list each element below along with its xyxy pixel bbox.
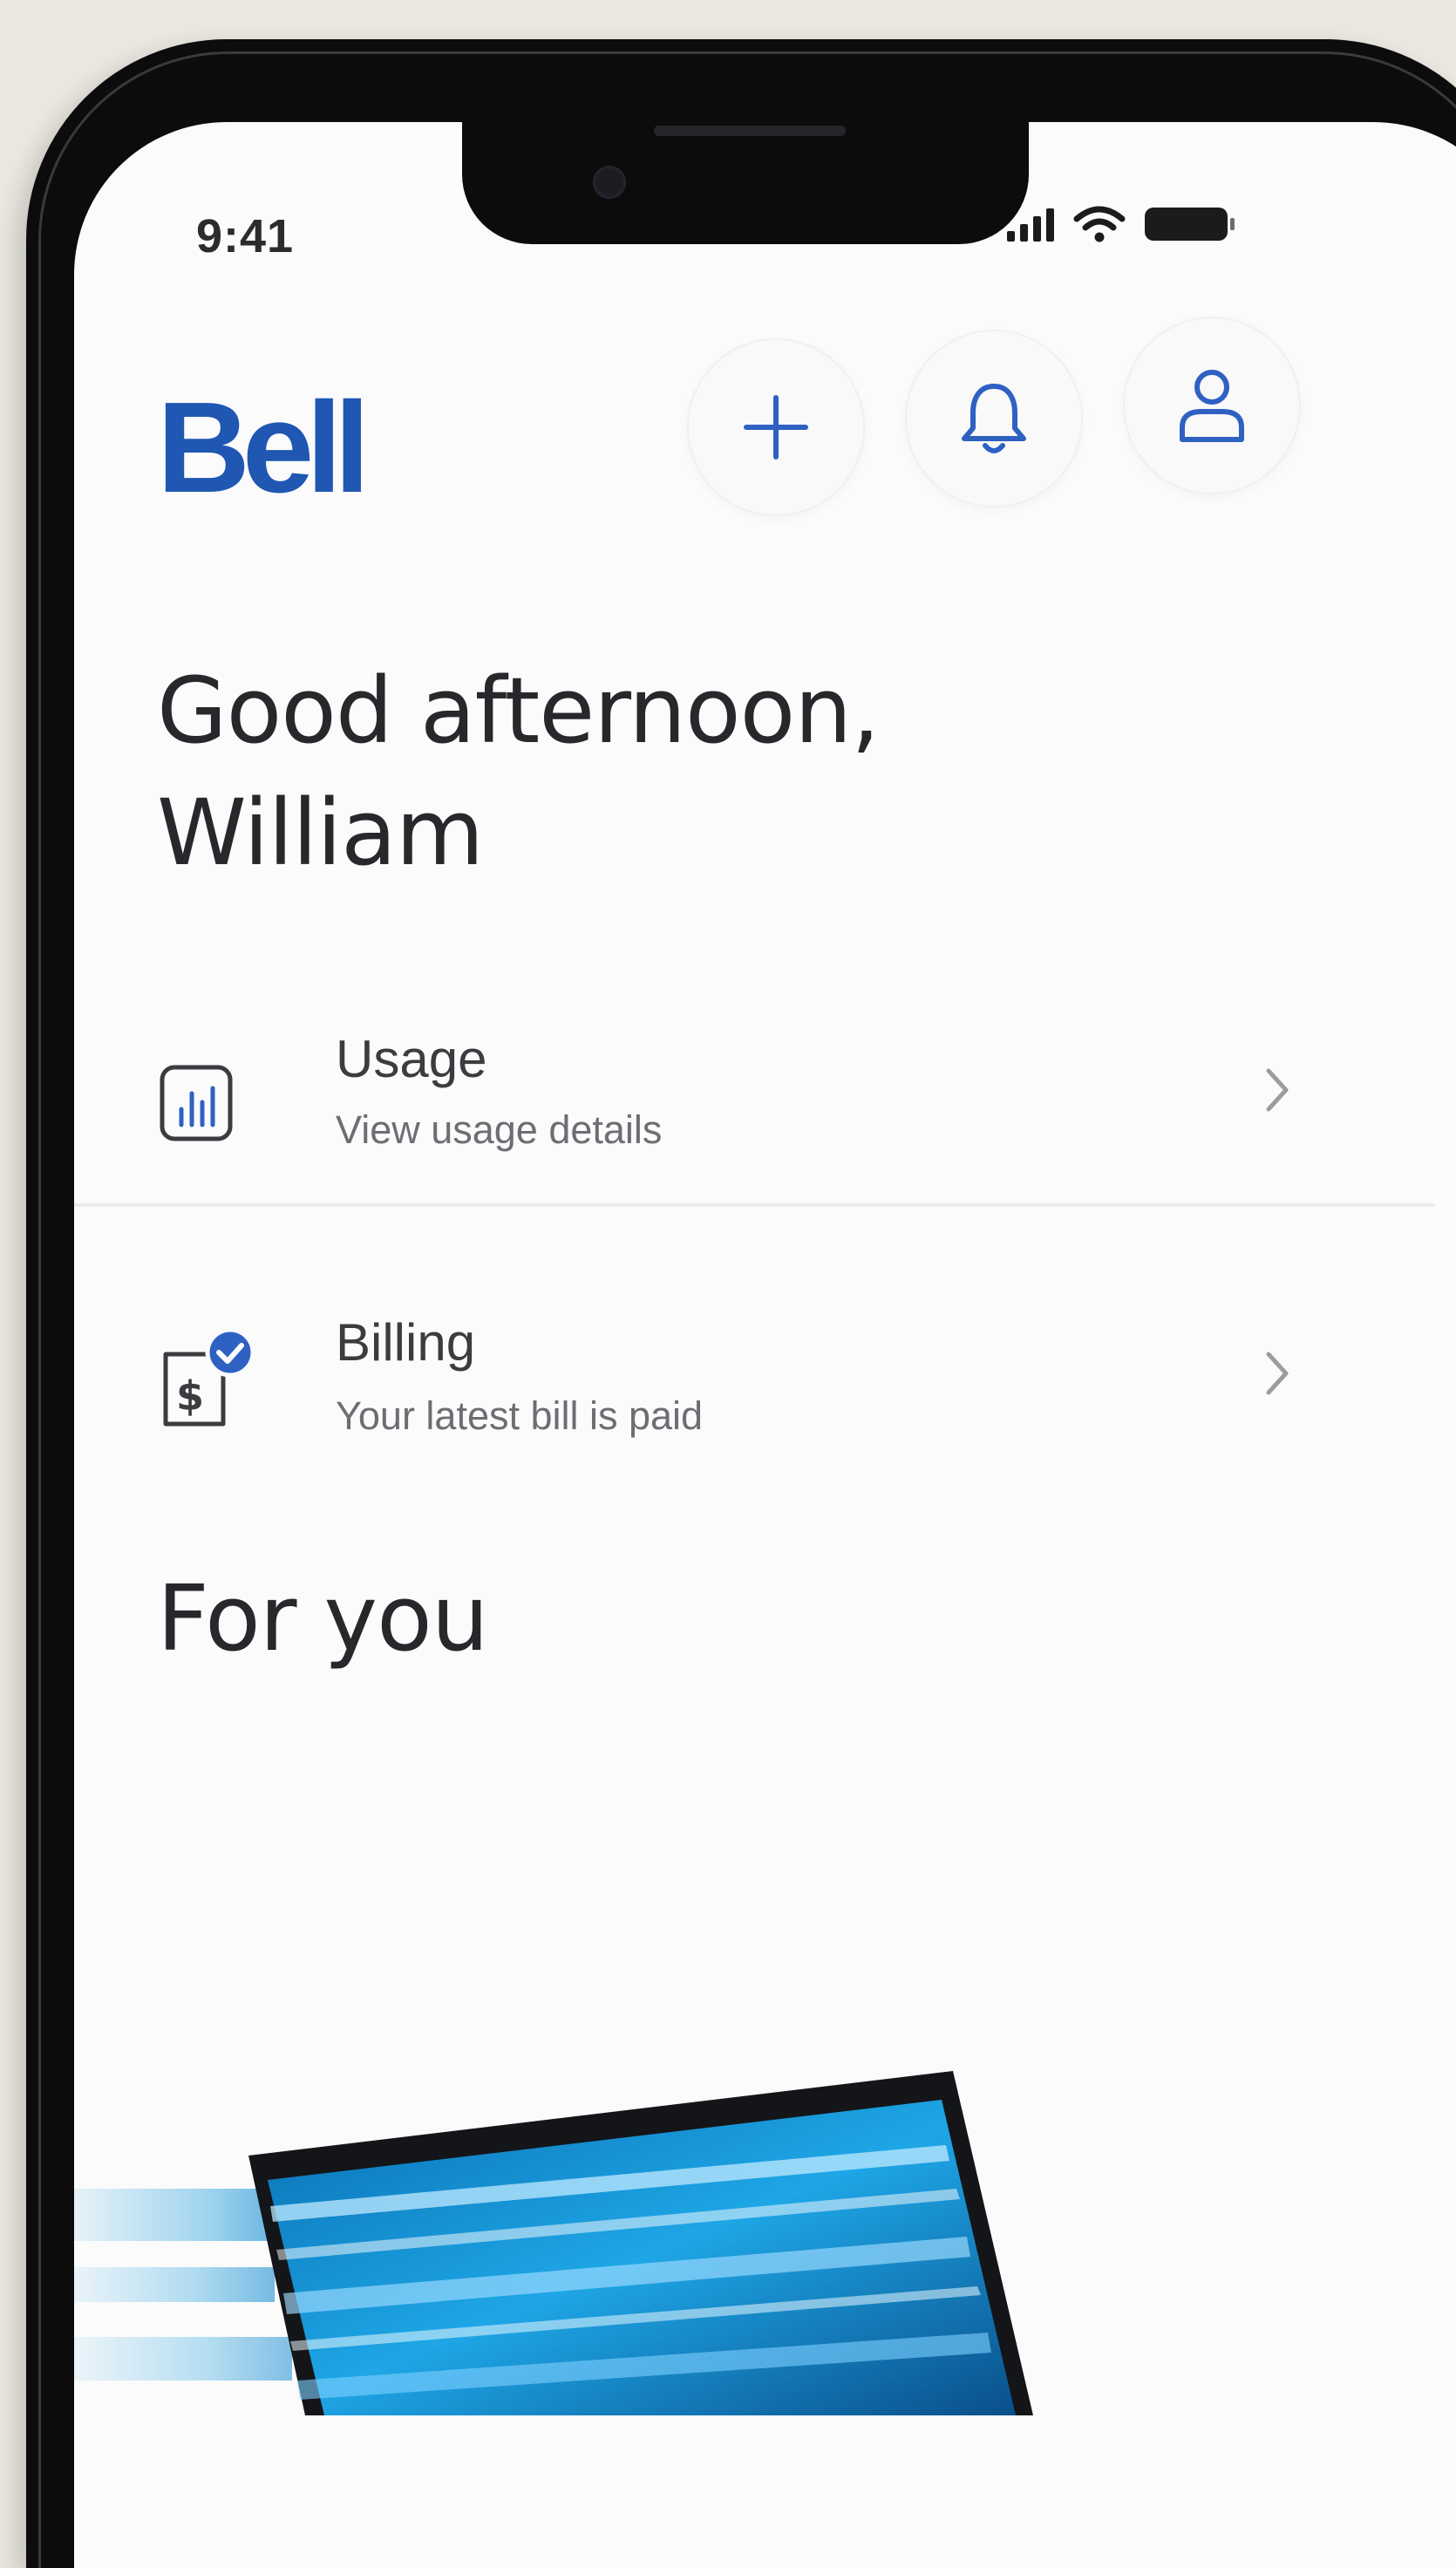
phone-frame: 9:41 Bell Good afternoon, William Usage … <box>26 39 1456 2568</box>
for-you-heading: For you <box>157 1565 489 1672</box>
svg-text:$: $ <box>176 1373 204 1420</box>
plus-icon <box>744 395 808 460</box>
app-screen: 9:41 Bell Good afternoon, William Usage … <box>74 122 1456 2568</box>
greeting-heading: Good afternoon, William <box>157 650 880 894</box>
billing-row[interactable]: $ Billing Your latest bill is paid <box>74 1238 1434 1465</box>
usage-title: Usage <box>336 1030 487 1088</box>
laptop-image[interactable] <box>74 1892 1434 2415</box>
chevron-right-icon <box>1266 1352 1289 1395</box>
greeting-line-1: Good afternoon, <box>157 657 880 764</box>
usage-chart-icon <box>160 1065 233 1141</box>
billing-title: Billing <box>336 1313 476 1372</box>
user-icon <box>1180 370 1244 442</box>
bell-icon <box>962 384 1026 453</box>
notifications-button[interactable] <box>907 331 1081 506</box>
greeting-line-2: William <box>157 780 484 886</box>
wifi-icon <box>1073 206 1126 242</box>
chevron-right-icon <box>1266 1068 1289 1112</box>
bill-paid-icon: $ <box>163 1327 255 1427</box>
usage-row[interactable]: Usage View usage details <box>74 972 1434 1199</box>
battery-icon <box>1145 208 1235 241</box>
billing-subtitle: Your latest bill is paid <box>336 1393 704 1438</box>
bell-logo: Bell <box>157 376 370 520</box>
list-divider <box>74 1203 1434 1207</box>
front-camera <box>593 166 626 199</box>
profile-button[interactable] <box>1125 318 1299 493</box>
status-time: 9:41 <box>196 210 295 262</box>
add-button[interactable] <box>689 340 863 514</box>
status-icons <box>1007 205 1235 243</box>
phone-notch <box>462 122 1029 244</box>
signal-icon <box>1007 207 1054 242</box>
speaker-grille <box>654 126 846 136</box>
usage-subtitle: View usage details <box>336 1107 663 1152</box>
